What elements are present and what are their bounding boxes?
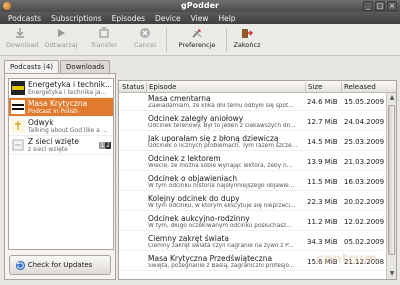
column-separator [341, 82, 342, 92]
episode-row[interactable]: Odcinek zaległy aniołowy Odcinek terenow… [119, 113, 387, 131]
watermark: centrum [316, 252, 378, 267]
play-icon [58, 29, 65, 37]
check-for-updates-button[interactable]: Check for Updates [9, 255, 111, 275]
episode-row[interactable]: Odcinek o objawieniach W tym odcinku his… [119, 173, 387, 191]
episode-row[interactable]: Jak uporałam się z błoną dziewiczą Odcin… [119, 133, 387, 151]
column-released[interactable]: Released [344, 83, 376, 91]
podcast-item[interactable]: Odwyk Talking about God like a ... [9, 117, 113, 136]
column-separator [305, 82, 306, 92]
quit-icon [242, 29, 253, 38]
preferences-button[interactable]: Preferencje [174, 27, 220, 53]
toolbar-separator [166, 28, 167, 52]
episode-row[interactable]: Odcinek aukcyjno-rodzinny W tym, długo o… [119, 213, 387, 231]
new-episodes-badge: 1 2 [99, 142, 111, 149]
episode-row[interactable]: Ciemny zakręt świata Ciemny zakręt świat… [119, 233, 387, 251]
episode-list-header: Status Episode Size Released [119, 81, 396, 93]
podcast-item[interactable]: Masa Krytyczna Podcast in Polish [9, 98, 113, 117]
menu-episodes[interactable]: Episodes [107, 14, 150, 23]
episode-row[interactable]: Kolejny odcinek do dupy W tym odcinku, w… [119, 193, 387, 211]
transfer-button[interactable]: Transfer [90, 27, 118, 53]
maximize-button[interactable]: □ [375, 1, 385, 11]
title-bar: gPodder _ □ × [0, 0, 400, 12]
episode-row[interactable]: Masa cmentarna Zawiadamiam, że klika dni… [119, 93, 387, 111]
minimize-button[interactable]: _ [363, 1, 373, 11]
menu-podcasts[interactable]: Podcasts [3, 14, 46, 23]
column-separator [146, 82, 147, 92]
menu-bar: Podcasts Subscriptions Episodes Device V… [0, 12, 400, 24]
toolbar-separator [226, 28, 227, 52]
cancel-icon [140, 28, 150, 38]
scrollbar-thumb[interactable] [388, 105, 395, 255]
download-icon [16, 28, 24, 38]
download-button[interactable]: Download [6, 27, 38, 53]
column-status[interactable]: Status [122, 83, 144, 91]
preferences-icon [192, 29, 202, 38]
cancel-button[interactable]: Cancel [132, 27, 158, 53]
toolbar: Download Odtwarzaj Transfer Cancel Prefe… [0, 24, 400, 56]
quit-button[interactable]: Zakończ [230, 27, 264, 53]
column-episode[interactable]: Episode [149, 83, 177, 91]
window-title: gPodder [181, 1, 219, 10]
podcast-item[interactable]: Z sieci wzięte z sieci wzięte 1 2 [9, 136, 113, 155]
episode-list: Status Episode Size Released Masa cmenta… [118, 80, 397, 280]
podcast-list[interactable]: Energetyka i technik... Energetyka i tec… [8, 78, 114, 250]
menu-help[interactable]: Help [213, 14, 240, 23]
play-button[interactable]: Odtwarzaj [44, 27, 78, 53]
podcast-item[interactable]: Energetyka i technik... Energetyka i tec… [9, 79, 113, 98]
podcast-cover-icon [12, 139, 24, 151]
menu-subscriptions[interactable]: Subscriptions [46, 14, 107, 23]
tab-podcasts[interactable]: Podcasts (4) [4, 60, 60, 74]
menu-view[interactable]: View [186, 14, 214, 23]
transfer-icon [99, 27, 109, 38]
column-size[interactable]: Size [308, 83, 322, 91]
tab-downloads[interactable]: Downloads [60, 60, 111, 73]
scroll-up-arrow-icon[interactable]: ▲ [387, 93, 396, 103]
podcast-cover-icon [11, 81, 25, 95]
podcast-cover-icon [11, 100, 25, 114]
podcasts-panel: Energetyka i technik... Energetyka i tec… [4, 73, 116, 280]
scroll-down-arrow-icon[interactable]: ▼ [387, 269, 396, 279]
episode-list-scrollbar[interactable]: ▲ ▼ [386, 93, 396, 279]
podcast-cover-icon [11, 119, 25, 133]
notebook-tabs: Podcasts (4) Downloads [4, 60, 111, 74]
close-window-button[interactable]: × [387, 1, 397, 11]
menu-device[interactable]: Device [150, 14, 186, 23]
refresh-icon [15, 260, 26, 271]
episode-row[interactable]: Odcinek z lektorem Wiecie, że można sobi… [119, 153, 387, 171]
